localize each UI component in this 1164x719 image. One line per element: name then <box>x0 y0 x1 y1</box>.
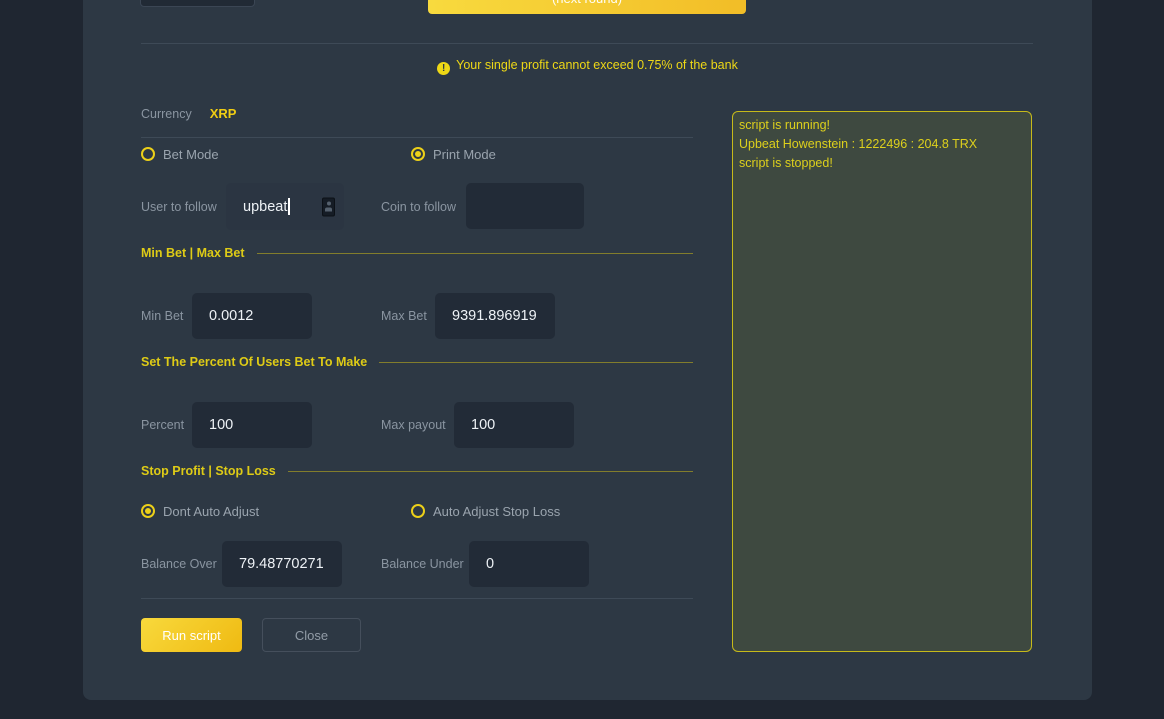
section-bet-limits: Min Bet | Max Bet <box>141 246 693 260</box>
radio-icon <box>411 504 425 518</box>
balance-under-wrap <box>469 541 589 587</box>
autofill-contact-icon[interactable] <box>322 197 335 216</box>
radio-print-mode[interactable]: Print Mode <box>411 146 496 162</box>
max-payout-wrap <box>454 402 574 448</box>
profit-warning: ! Your single profit cannot exceed 0.75% … <box>83 58 1092 75</box>
balance-under-label: Balance Under <box>381 541 464 587</box>
partial-input[interactable] <box>140 0 255 7</box>
text-caret <box>288 198 290 215</box>
section-percent-title: Set The Percent Of Users Bet To Make <box>141 355 367 369</box>
user-to-follow-wrap <box>226 183 344 230</box>
radio-auto-adjust-stop-loss[interactable]: Auto Adjust Stop Loss <box>411 503 560 519</box>
coin-to-follow-label: Coin to follow <box>381 183 456 230</box>
balance-over-label: Balance Over <box>141 541 217 587</box>
divider <box>141 43 1033 44</box>
section-percent: Set The Percent Of Users Bet To Make <box>141 355 693 369</box>
currency-row: Currency XRP <box>141 106 236 121</box>
max-bet-input[interactable] <box>435 293 555 339</box>
radio-icon <box>141 147 155 161</box>
bet-next-round-button[interactable]: (next round) <box>428 0 746 14</box>
max-payout-input[interactable] <box>454 402 574 448</box>
section-line <box>257 253 693 254</box>
section-stop: Stop Profit | Stop Loss <box>141 464 693 478</box>
percent-wrap <box>192 402 312 448</box>
radio-bet-mode-label: Bet Mode <box>163 147 219 162</box>
radio-print-mode-label: Print Mode <box>433 147 496 162</box>
profit-warning-text: Your single profit cannot exceed 0.75% o… <box>456 58 738 72</box>
log-line: Upbeat Howenstein : 1222496 : 204.8 TRX <box>739 135 1025 154</box>
balance-under-input[interactable] <box>469 541 589 587</box>
user-to-follow-label: User to follow <box>141 183 217 230</box>
radio-icon <box>411 147 425 161</box>
close-button[interactable]: Close <box>262 618 361 652</box>
log-line: script is stopped! <box>739 154 1025 173</box>
balance-over-input[interactable] <box>222 541 342 587</box>
min-bet-label: Min Bet <box>141 293 183 339</box>
script-log: script is running!Upbeat Howenstein : 12… <box>732 111 1032 652</box>
radio-bet-mode[interactable]: Bet Mode <box>141 146 219 162</box>
section-line <box>288 471 693 472</box>
min-bet-wrap <box>192 293 312 339</box>
log-line: script is running! <box>739 116 1025 135</box>
divider <box>141 137 693 138</box>
script-settings-panel: (next round) ! Your single profit cannot … <box>83 0 1092 700</box>
balance-over-wrap <box>222 541 342 587</box>
section-line <box>379 362 693 363</box>
radio-icon <box>141 504 155 518</box>
min-bet-input[interactable] <box>192 293 312 339</box>
section-stop-title: Stop Profit | Stop Loss <box>141 464 276 478</box>
radio-dont-auto-adjust-label: Dont Auto Adjust <box>163 504 259 519</box>
radio-dont-auto-adjust[interactable]: Dont Auto Adjust <box>141 503 259 519</box>
coin-to-follow-wrap <box>466 183 584 229</box>
max-bet-wrap <box>435 293 555 339</box>
radio-auto-adjust-stop-loss-label: Auto Adjust Stop Loss <box>433 504 560 519</box>
max-payout-label: Max payout <box>381 402 446 448</box>
currency-label: Currency <box>141 107 192 121</box>
exclamation-circle-icon: ! <box>437 62 450 75</box>
percent-input[interactable] <box>192 402 312 448</box>
currency-value: XRP <box>210 106 237 121</box>
percent-label: Percent <box>141 402 184 448</box>
divider <box>141 598 693 599</box>
coin-to-follow-input[interactable] <box>466 183 584 229</box>
max-bet-label: Max Bet <box>381 293 427 339</box>
section-bet-limits-title: Min Bet | Max Bet <box>141 246 245 260</box>
run-script-button[interactable]: Run script <box>141 618 242 652</box>
